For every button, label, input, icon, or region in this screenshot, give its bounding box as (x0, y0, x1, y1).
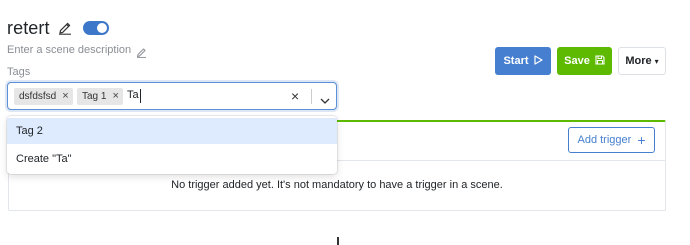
remove-tag-icon[interactable]: × (110, 88, 122, 105)
start-button[interactable]: Start (495, 47, 551, 75)
start-button-label: Start (503, 55, 529, 67)
dropdown-option-tag-2[interactable]: Tag 2 (7, 118, 337, 144)
dropdown-option-create[interactable]: Create "Ta" (7, 146, 337, 172)
pencil-icon[interactable] (136, 45, 147, 58)
tag-chip: dsfdsfsd × (14, 88, 73, 105)
connector-line (337, 237, 339, 245)
title-row: retert (7, 16, 109, 40)
caret-down-icon: ▾ (654, 56, 659, 66)
scene-description-placeholder[interactable]: Enter a scene description (7, 44, 131, 56)
remove-tag-icon[interactable]: × (60, 88, 72, 105)
description-row: Enter a scene description (7, 43, 147, 58)
tag-chip: Tag 1 × (77, 88, 123, 105)
tag-chip-label: dsfdsfsd (19, 91, 57, 102)
tags-label: Tags (7, 66, 31, 78)
pencil-icon[interactable] (58, 21, 72, 35)
chevron-down-icon[interactable] (320, 92, 330, 104)
text-caret (140, 89, 141, 103)
toggle-knob (96, 23, 107, 33)
tags-select[interactable]: dsfdsfsd × Tag 1 × Ta × (7, 82, 337, 110)
tags-input[interactable]: Ta (127, 89, 139, 101)
more-button-label: More (625, 55, 652, 67)
scene-enabled-toggle[interactable] (82, 21, 109, 35)
save-button[interactable]: Save (557, 47, 612, 75)
add-trigger-label: Add trigger (577, 134, 632, 146)
save-button-label: Save (564, 55, 590, 67)
close-icon[interactable]: × (291, 88, 299, 104)
tag-chip-label: Tag 1 (82, 91, 107, 102)
scene-title[interactable]: retert (7, 18, 50, 39)
play-icon (533, 54, 543, 68)
tags-dropdown-menu: Tag 2 Create "Ta" (7, 116, 337, 174)
no-triggers-message: No trigger added yet. It's not mandatory… (171, 179, 503, 191)
select-separator (311, 89, 312, 104)
more-button[interactable]: More ▾ (618, 47, 666, 75)
plus-icon: + (637, 132, 646, 148)
scene-editor: retert Enter a scene description Tags ds… (0, 0, 690, 245)
add-trigger-button[interactable]: Add trigger + (568, 127, 655, 153)
floppy-disk-icon (595, 54, 605, 68)
